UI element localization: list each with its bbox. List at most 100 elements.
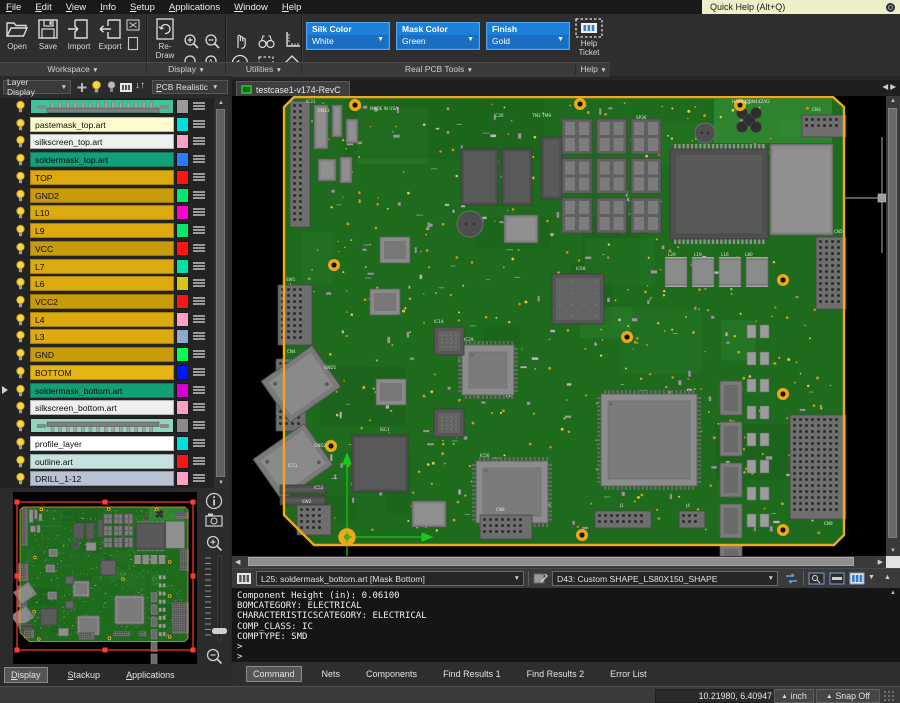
layer-options-icon[interactable]	[193, 190, 205, 201]
active-shape-select[interactable]: D43: Custom SHAPE_LS80X150_SHAPE▼	[552, 571, 778, 586]
layer-name[interactable]: GND	[30, 347, 174, 362]
mask-color-dropdown[interactable]: Mask Color Green▼	[396, 22, 480, 50]
layer-row[interactable]: L6	[0, 275, 213, 293]
console-tab-components[interactable]: Components	[360, 667, 423, 681]
zoom-out-icon[interactable]	[203, 33, 221, 50]
import-button[interactable]: Import	[64, 17, 94, 51]
layer-row[interactable]	[0, 98, 213, 116]
scroll-left-icon[interactable]: ◀	[235, 558, 240, 566]
layer-color-swatch[interactable]	[176, 259, 189, 274]
layer-row[interactable]: VCC	[0, 240, 213, 258]
snap-button[interactable]: ▲Snap Off	[816, 689, 880, 703]
board-thumbnail[interactable]	[13, 492, 197, 664]
layer-row[interactable]: VCC2	[0, 293, 213, 311]
layer-name[interactable]: L4	[30, 312, 174, 327]
scroll-right-icon[interactable]: ▶	[878, 558, 883, 566]
layer-visibility-bulb-icon[interactable]	[15, 118, 26, 132]
layer-visibility-bulb-icon[interactable]	[15, 135, 26, 149]
layer-list-scrollbar[interactable]: ▲ ▼	[213, 98, 228, 488]
layer-color-swatch[interactable]	[176, 329, 189, 344]
layer-color-swatch[interactable]	[176, 276, 189, 291]
layer-color-swatch[interactable]	[176, 294, 189, 309]
layer-name[interactable]: soldermask_top.art	[30, 152, 174, 167]
scrollbar-thumb[interactable]	[888, 108, 897, 538]
canvas-vertical-scrollbar[interactable]: ▲ ▼	[886, 96, 900, 556]
layer-name[interactable]: profile_layer	[30, 436, 174, 451]
layer-row[interactable]: L4	[0, 311, 213, 329]
save-button[interactable]: Save	[33, 17, 63, 51]
layer-row[interactable]: L10	[0, 204, 213, 222]
layer-options-icon[interactable]	[193, 331, 205, 342]
layer-color-swatch[interactable]	[176, 170, 189, 185]
layer-visibility-bulb-icon[interactable]	[15, 455, 26, 469]
layer-name[interactable]: DRILL_1-12	[30, 471, 174, 486]
column-view-icon[interactable]	[849, 572, 865, 586]
snapshot-icon[interactable]	[205, 512, 223, 530]
layer-visibility-bulb-icon[interactable]	[15, 330, 26, 344]
layer-color-swatch[interactable]	[176, 99, 189, 114]
layer-name[interactable]: L10	[30, 205, 174, 220]
layer-name[interactable]: silkscreen_bottom.art	[30, 400, 174, 415]
layer-options-icon[interactable]	[193, 261, 205, 272]
layer-name[interactable]: soldermask_bottom.art	[30, 383, 174, 398]
tab-scroll-arrows[interactable]: ◀ ▶	[882, 82, 896, 91]
layer-options-icon[interactable]	[193, 473, 205, 484]
layer-name[interactable]: L7	[30, 259, 174, 274]
layer-options-icon[interactable]	[193, 349, 205, 360]
layer-visibility-bulb-icon[interactable]	[15, 171, 26, 185]
menu-item-setup[interactable]: Setup	[130, 2, 155, 13]
layer-options-icon[interactable]	[193, 296, 205, 307]
pcb-board-render[interactable]: IC31CN13MADE IN USAHA8000DN44Z/02IC30TM2…	[232, 96, 886, 556]
find-display-icon[interactable]	[808, 572, 825, 586]
layer-options-icon[interactable]	[193, 456, 205, 467]
layer-color-swatch[interactable]	[176, 134, 189, 149]
command-console[interactable]: Component Height (in): 0.06100BOMCATEGOR…	[232, 588, 900, 662]
layer-options-icon[interactable]	[193, 278, 205, 289]
active-layer-select[interactable]: L25: soldermask_bottom.art [Mask Bottom]…	[256, 571, 524, 586]
layer-options-icon[interactable]	[193, 385, 205, 396]
layer-name[interactable]: VCC	[30, 241, 174, 256]
menu-item-view[interactable]: View	[66, 2, 86, 13]
layer-options-icon[interactable]	[193, 172, 205, 183]
layer-visibility-bulb-icon[interactable]	[15, 348, 26, 362]
layer-row[interactable]: soldermask_top.art	[0, 151, 213, 169]
layer-name[interactable]: TOP	[30, 170, 174, 185]
layer-visibility-bulb-icon[interactable]	[15, 189, 26, 203]
layer-color-swatch[interactable]	[176, 436, 189, 451]
layer-visibility-bulb-icon[interactable]	[15, 419, 26, 433]
shape-tool-icon[interactable]	[533, 572, 548, 585]
console-tab-nets[interactable]: Nets	[316, 667, 347, 681]
scroll-up-icon[interactable]: ▲	[886, 98, 900, 104]
menu-item-window[interactable]: Window	[234, 2, 268, 13]
collapse-icon[interactable]: ▼	[868, 574, 875, 581]
redraw-button[interactable]: Re-Draw	[151, 17, 179, 60]
layer-row[interactable]: L7	[0, 258, 213, 276]
layer-row[interactable]: silkscreen_bottom.art	[0, 399, 213, 417]
scroll-down-icon[interactable]: ▼	[886, 548, 900, 554]
layer-options-icon[interactable]	[193, 438, 205, 449]
layer-options-icon[interactable]	[193, 367, 205, 378]
layer-row[interactable]: GND	[0, 346, 213, 364]
layer-color-swatch[interactable]	[176, 347, 189, 362]
layer-color-swatch[interactable]	[176, 400, 189, 415]
layer-options-icon[interactable]	[193, 420, 205, 431]
layer-color-swatch[interactable]	[176, 117, 189, 132]
layer-visibility-bulb-icon[interactable]	[15, 384, 26, 398]
layer-name[interactable]: L6	[30, 276, 174, 291]
console-scroll-up-icon[interactable]: ▲	[890, 590, 896, 596]
layer-options-icon[interactable]	[193, 225, 205, 236]
bulb-off-icon[interactable]	[106, 80, 117, 94]
expand-icon[interactable]: ▲	[884, 574, 891, 581]
layer-color-swatch[interactable]	[176, 454, 189, 469]
stackup-top-preview[interactable]	[30, 99, 174, 114]
measure-ruler-icon[interactable]	[283, 30, 301, 50]
open-button[interactable]: Open	[2, 17, 32, 51]
zoom-slider[interactable]	[203, 554, 229, 646]
slider-handle[interactable]	[212, 628, 227, 634]
panel-tab-stackup[interactable]: Stackup	[62, 668, 107, 682]
stack-view-icon[interactable]	[119, 82, 133, 93]
console-tab-error-list[interactable]: Error List	[604, 667, 653, 681]
panel-tab-display[interactable]: Display	[4, 667, 48, 683]
console-tab-find-results-1[interactable]: Find Results 1	[437, 667, 507, 681]
layer-color-swatch[interactable]	[176, 312, 189, 327]
